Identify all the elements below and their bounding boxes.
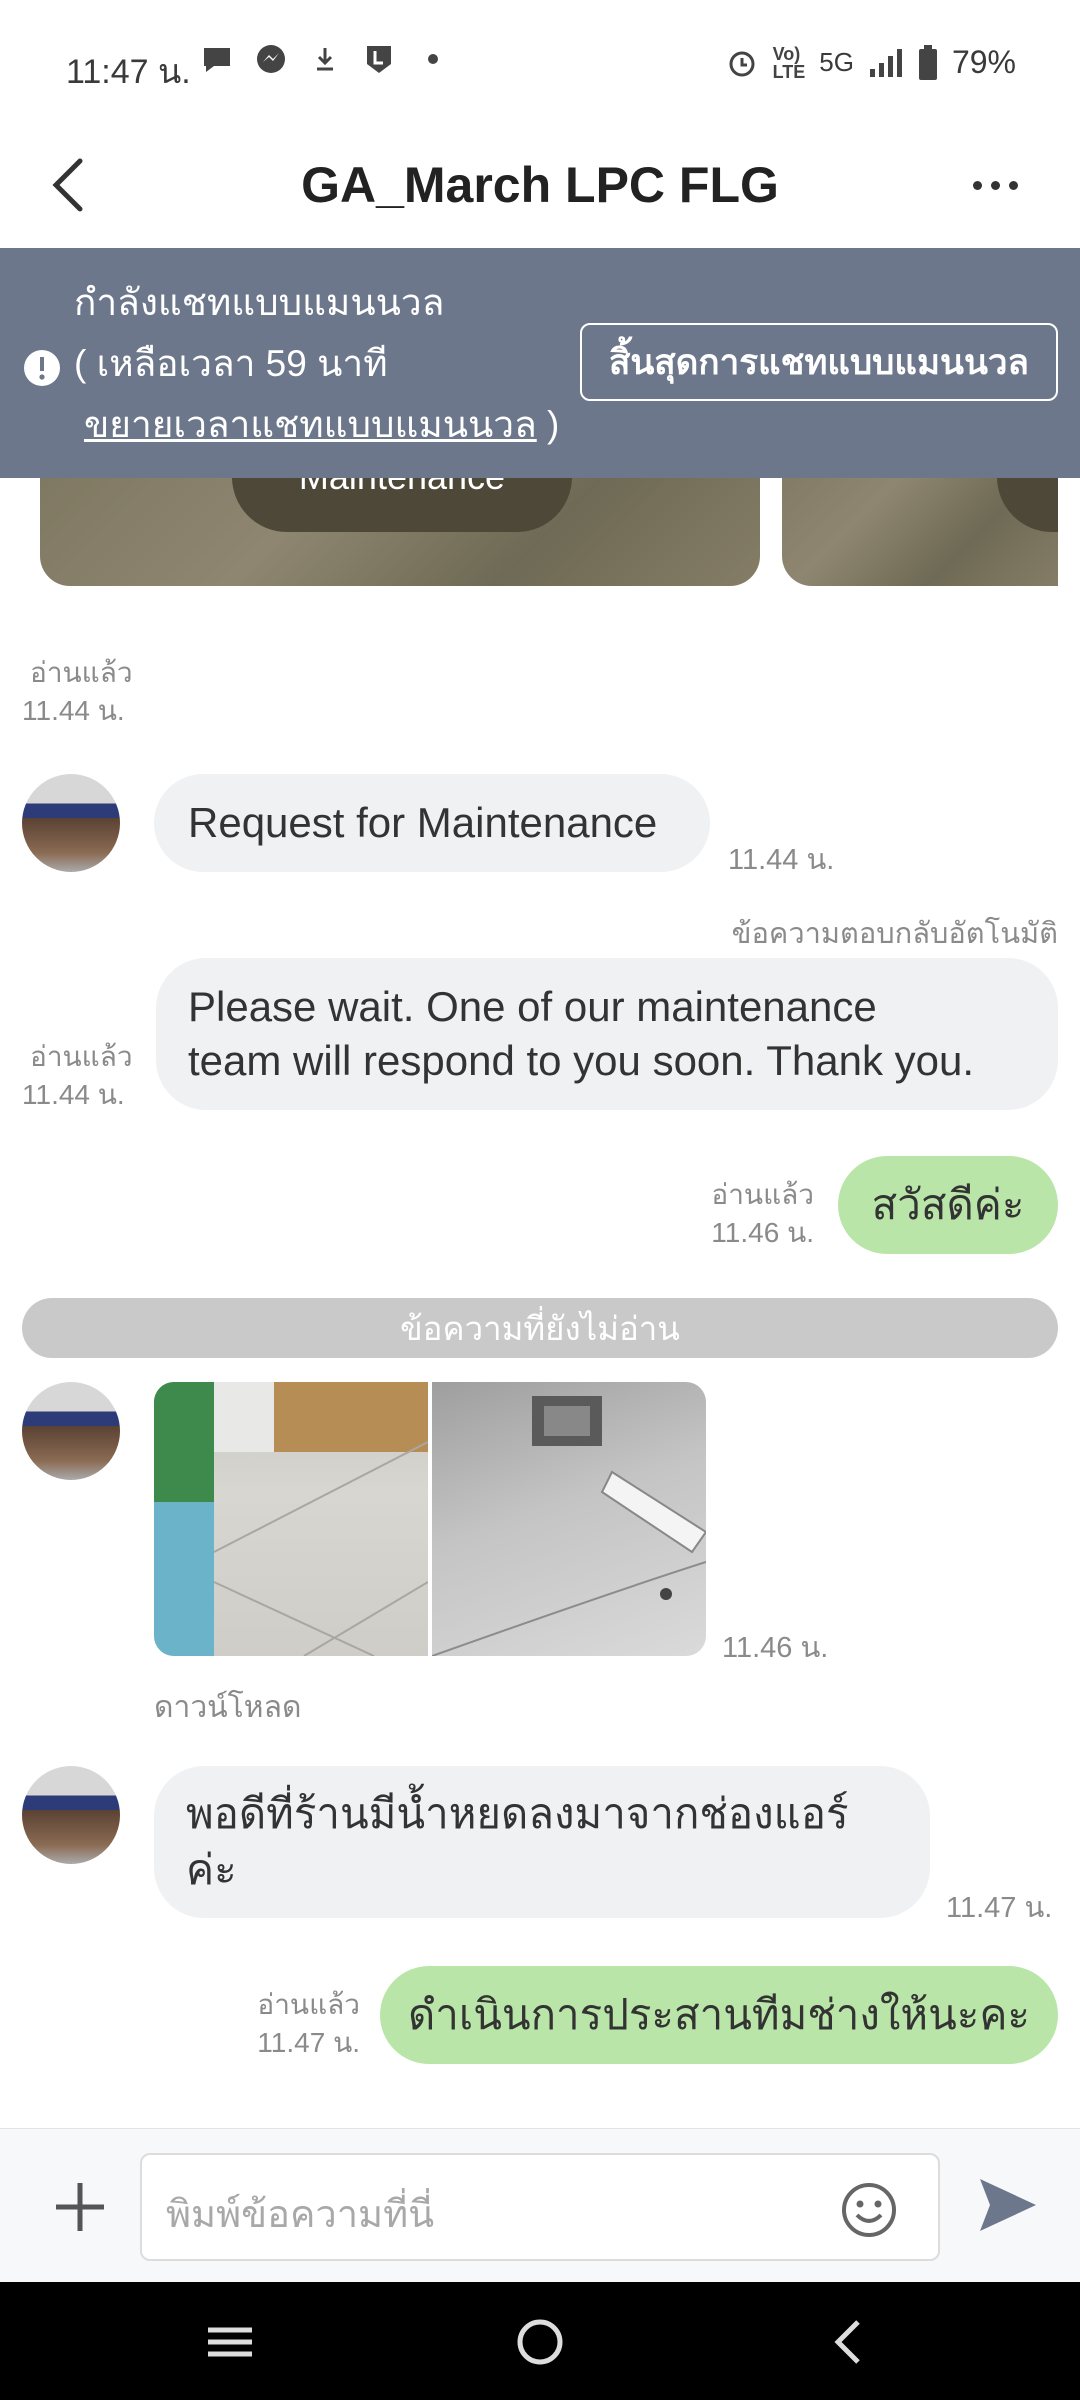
read-time: 11.44 น.: [22, 1079, 125, 1110]
banner-close-paren: ): [536, 404, 560, 445]
avatar[interactable]: [22, 774, 120, 872]
unread-divider: ข้อความที่ยังไม่อ่าน: [22, 1298, 1058, 1358]
status-system-icons: Vo) LTE 5G 79%: [725, 44, 1016, 81]
photo-thumbnail[interactable]: [432, 1382, 706, 1656]
volte-icon: Vo) LTE: [772, 43, 806, 82]
download-icon: [317, 48, 333, 71]
read-receipt: อ่านแล้ว 11.44 น.: [22, 1038, 133, 1114]
avatar[interactable]: [22, 1382, 120, 1480]
read-label: อ่านแล้ว: [30, 657, 133, 688]
read-receipt: อ่านแล้ว 11.46 น.: [690, 1176, 814, 1252]
shield-icon: [367, 46, 391, 73]
carousel-card-button[interactable]: Maintenance: [232, 478, 572, 532]
chat-header: GA_March LPC FLG: [0, 120, 1080, 248]
message-time: 11.44 น.: [728, 844, 835, 876]
message-text: สวัสดีค่ะ: [871, 1181, 1025, 1228]
emoji-icon[interactable]: [840, 2181, 898, 2239]
messenger-icon: [257, 45, 285, 73]
back-button[interactable]: [50, 140, 110, 230]
dot-icon: [428, 54, 438, 64]
manual-chat-banner: กำลังแชทแบบแมนนวล ( เหลือเวลา 59 นาที ขย…: [0, 248, 1080, 478]
signal-icon: [869, 48, 902, 77]
read-label: อ่านแล้ว: [257, 1989, 360, 2020]
read-receipt: อ่านแล้ว 11.44 น.: [22, 654, 133, 730]
extend-time-link[interactable]: ขยายเวลาแชทแบบแมนนวล: [84, 404, 537, 445]
end-manual-chat-button[interactable]: สิ้นสุดการแชทแบบแมนนวล: [580, 323, 1058, 401]
read-time: 11.44 น.: [22, 695, 125, 726]
message-input[interactable]: พิมพ์ข้อความที่นี่: [140, 2153, 940, 2261]
message-text-line: team will respond to you soon. Thank you…: [188, 1037, 975, 1084]
alarm-icon: [729, 51, 755, 76]
back-nav-icon[interactable]: [820, 2312, 880, 2372]
photo-floor-image: [154, 1382, 428, 1656]
message-bubble-outgoing[interactable]: ดำเนินการประสานทีมช่างให้นะคะ: [380, 1966, 1058, 2064]
more-dot-icon: [972, 180, 982, 190]
recent-apps-icon[interactable]: [200, 2312, 260, 2372]
status-time: 11:47 น.: [66, 53, 191, 91]
more-options-button[interactable]: [960, 140, 1030, 230]
message-text-line: พอดีที่ร้านมีน้ำหยดลงมาจากช่องแอร์: [186, 1790, 849, 1837]
read-label: อ่านแล้ว: [711, 1179, 814, 1210]
network-type: 5G: [819, 47, 854, 77]
battery-icon: [918, 44, 937, 80]
banner-remaining-time: ( เหลือเวลา 59 นาที: [74, 343, 388, 384]
input-placeholder: พิมพ์ข้อความที่นี่: [166, 2194, 435, 2236]
message-text: Request for Maintenance: [188, 799, 658, 846]
message-text-line: ค่ะ: [186, 1846, 237, 1893]
auto-reply-label: ข้อความตอบกลับอัตโนมัติ: [731, 918, 1058, 950]
plus-icon[interactable]: [50, 2177, 110, 2237]
message-list[interactable]: Maintenance อ่านแล้ว 11.44 น. Request fo…: [0, 478, 1080, 2128]
message-time: 11.47 น.: [946, 1892, 1053, 1924]
carousel-card-button-partial[interactable]: [997, 478, 1058, 532]
read-time: 11.47 น.: [257, 2027, 360, 2058]
system-nav-bar: [0, 2282, 1080, 2400]
message-bubble-auto-reply[interactable]: Please wait. One of our maintenance team…: [156, 958, 1058, 1110]
carousel-card[interactable]: Maintenance: [40, 478, 760, 586]
message-time: 11.46 น.: [722, 1632, 829, 1664]
read-receipt: อ่านแล้ว 11.47 น.: [236, 1986, 360, 2062]
send-icon[interactable]: [976, 2175, 1040, 2235]
banner-text: กำลังแชทแบบแมนนวล ( เหลือเวลา 59 นาที ขย…: [74, 272, 559, 455]
message-icon: [204, 48, 230, 72]
avatar[interactable]: [22, 1766, 120, 1864]
read-label: อ่านแล้ว: [30, 1041, 133, 1072]
banner-status: กำลังแชทแบบแมนนวล: [74, 282, 445, 323]
battery-percent: 79%: [951, 44, 1016, 80]
home-icon[interactable]: [510, 2312, 570, 2372]
message-text: ดำเนินการประสานทีมช่างให้นะคะ: [407, 1991, 1030, 2038]
alert-icon: [24, 350, 60, 386]
photo-ceiling-image: [432, 1396, 706, 1656]
download-link[interactable]: ดาวน์โหลด: [154, 1684, 301, 1731]
message-bubble-outgoing[interactable]: สวัสดีค่ะ: [838, 1156, 1058, 1254]
more-dot-icon: [1008, 180, 1018, 190]
read-time: 11.46 น.: [711, 1217, 814, 1248]
chat-title: GA_March LPC FLG: [301, 157, 779, 213]
carousel-card[interactable]: [782, 478, 1058, 586]
status-notification-icons: [200, 42, 450, 76]
message-text-line: Please wait. One of our maintenance: [188, 983, 877, 1030]
message-bubble-incoming[interactable]: พอดีที่ร้านมีน้ำหยดลงมาจากช่องแอร์ ค่ะ: [154, 1766, 930, 1918]
message-bubble-incoming[interactable]: Request for Maintenance: [154, 774, 710, 872]
status-bar: 11:47 น. Vo) LTE 5G 79%: [0, 0, 1080, 120]
photo-thumbnail[interactable]: [154, 1382, 428, 1656]
chevron-left-icon: [52, 158, 83, 212]
more-dot-icon: [990, 180, 1000, 190]
message-input-bar: พิมพ์ข้อความที่นี่: [0, 2128, 1080, 2282]
